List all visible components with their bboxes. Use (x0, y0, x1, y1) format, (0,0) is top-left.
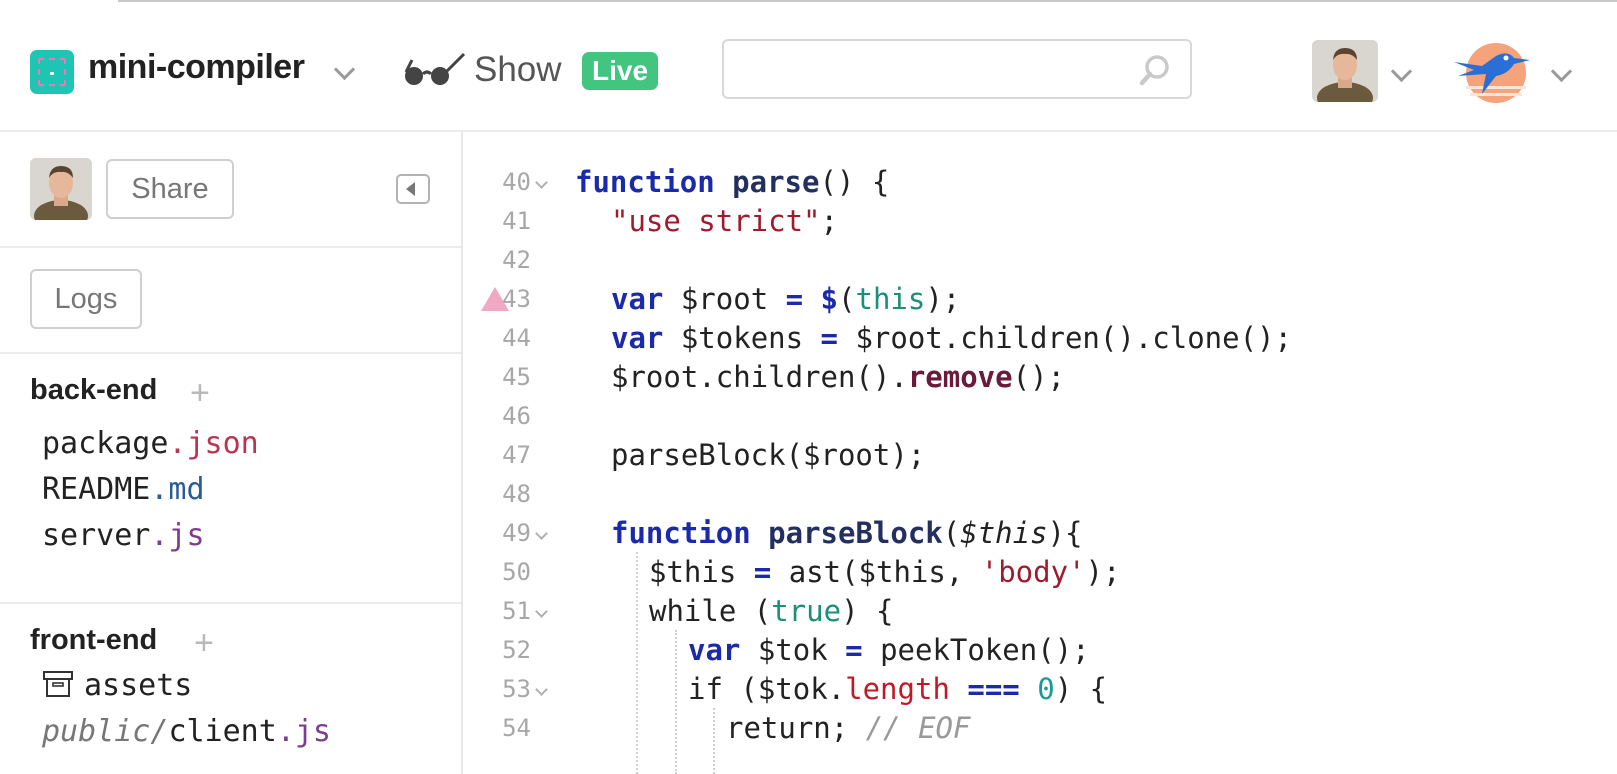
add-file-icon[interactable]: + (190, 376, 210, 410)
file-name: README (42, 472, 151, 507)
code-line: 41 "use strict"; (463, 201, 1617, 241)
code-line: 52 var $tok = peekToken(); (463, 630, 1617, 670)
line-number: 53 (502, 675, 531, 703)
fold-chevron-icon[interactable] (535, 527, 548, 540)
divider (0, 352, 461, 354)
file-item-server-js[interactable]: server.js (42, 518, 205, 553)
code-text: function parseBlock($this){ (611, 516, 1083, 550)
code-text: var $tok = peekToken(); (688, 633, 1090, 667)
file-name: server (42, 518, 151, 553)
line-number: 45 (502, 363, 531, 391)
file-directory: public/ (42, 714, 169, 749)
code-line: 49 function parseBlock($this){ (463, 513, 1617, 553)
sidebar: Share Logs back-end + package.json READM… (0, 132, 463, 774)
code-text: $this = ast($this, 'body'); (649, 555, 1121, 589)
folder-name: assets (84, 668, 193, 703)
collapse-sidebar-icon[interactable] (396, 174, 430, 204)
line-number: 48 (502, 480, 531, 508)
code-line: 47 parseBlock($root); (463, 435, 1617, 475)
code-line: 50 $this = ast($this, 'body'); (463, 552, 1617, 592)
logs-button[interactable]: Logs (30, 269, 142, 329)
top-header: mini-compiler Show Live (0, 2, 1617, 132)
file-extension: .md (150, 472, 205, 507)
file-name: package (42, 426, 169, 461)
code-text: return; // EOF (726, 711, 971, 745)
line-number: 49 (502, 519, 531, 547)
divider (0, 602, 461, 604)
code-line: 44 var $tokens = $root.children().clone(… (463, 318, 1617, 358)
code-line: 43 var $root = $(this); (463, 279, 1617, 319)
glasses-icon (404, 52, 466, 85)
file-name: client (168, 714, 277, 749)
folder-item-assets[interactable]: assets (42, 668, 192, 703)
code-line: 46 (463, 396, 1617, 436)
line-number: 43 (502, 285, 531, 313)
code-line: 42 (463, 240, 1617, 280)
file-extension: .js (276, 714, 331, 749)
fold-chevron-icon[interactable] (535, 605, 548, 618)
code-text: if ($tok.length === 0) { (688, 672, 1108, 706)
project-logo-icon[interactable] (30, 50, 74, 94)
file-extension: .js (150, 518, 205, 553)
frontend-section-title: front-end (30, 624, 157, 657)
line-number: 44 (502, 324, 531, 352)
frontend-section-label: front-end (30, 624, 158, 656)
code-text: parseBlock($root); (611, 438, 926, 472)
code-text: while (true) { (649, 594, 894, 628)
code-text: var $root = $(this); (611, 282, 961, 316)
code-line: 53 if ($tok.length === 0) { (463, 669, 1617, 709)
line-number: 41 (502, 207, 531, 235)
file-extension: .json (168, 426, 259, 461)
search-icon (1139, 55, 1169, 86)
code-line: 54 return; // EOF (463, 708, 1617, 748)
code-line: 48 (463, 474, 1617, 514)
project-name[interactable]: mini-compiler (88, 48, 305, 87)
code-line: 51 while (true) { (463, 591, 1617, 631)
line-number: 42 (502, 246, 531, 274)
file-item-package-json[interactable]: package.json (42, 426, 259, 461)
backend-section-label: back-end (30, 374, 158, 406)
live-badge: Live (582, 52, 659, 90)
search-input[interactable] (722, 39, 1192, 99)
show-label: Show (474, 50, 562, 89)
line-number: 52 (502, 636, 531, 664)
fold-chevron-icon[interactable] (535, 176, 548, 189)
backend-section-title: back-end (30, 374, 157, 407)
line-number: 54 (502, 714, 531, 742)
file-item-readme-md[interactable]: README.md (42, 472, 205, 507)
code-editor[interactable]: 40 function parse() { 41 "use strict"; 4… (463, 132, 1617, 774)
line-number: 46 (502, 402, 531, 430)
line-number: 47 (502, 441, 531, 469)
code-text: "use strict"; (611, 204, 838, 238)
user-avatar[interactable] (1312, 40, 1378, 102)
chevron-down-icon[interactable] (1390, 60, 1413, 83)
add-file-icon[interactable]: + (194, 626, 214, 660)
chevron-down-icon[interactable] (1550, 60, 1573, 83)
collaborator-avatar[interactable] (30, 158, 92, 220)
share-button[interactable]: Share (106, 159, 234, 219)
fold-chevron-icon[interactable] (535, 683, 548, 696)
chevron-down-icon[interactable] (333, 58, 356, 81)
code-text: function parse() { (575, 165, 890, 199)
line-number: 40 (502, 168, 531, 196)
line-number: 50 (502, 558, 531, 586)
archive-box-icon (43, 671, 73, 697)
line-number: 51 (502, 597, 531, 625)
file-item-client-js[interactable]: public/client.js (42, 714, 331, 749)
code-line: 45 $root.children().remove(); (463, 357, 1617, 397)
code-line: 40 function parse() { (463, 162, 1617, 202)
code-text: var $tokens = $root.children().clone(); (611, 321, 1292, 355)
divider (0, 246, 461, 248)
team-logo[interactable] (1452, 42, 1532, 104)
code-text: $root.children().remove(); (611, 360, 1065, 394)
